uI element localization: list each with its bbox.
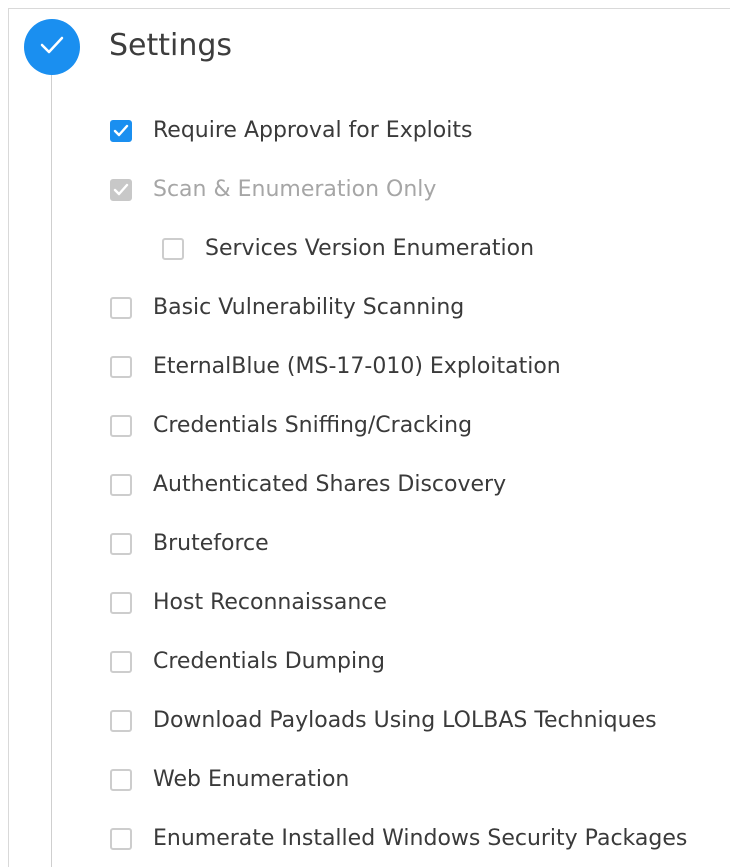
option-require-approval[interactable]: Require Approval for Exploits xyxy=(110,115,472,147)
check-icon xyxy=(113,183,129,196)
option-authenticated-shares-discovery[interactable]: Authenticated Shares Discovery xyxy=(110,469,506,501)
step-connector-line xyxy=(51,46,52,867)
option-label: Scan & Enumeration Only xyxy=(153,177,437,202)
checkbox-unchecked[interactable] xyxy=(110,415,132,437)
option-label: Bruteforce xyxy=(153,531,269,556)
option-credentials-dumping[interactable]: Credentials Dumping xyxy=(110,646,385,678)
check-icon xyxy=(113,124,129,137)
option-label: EternalBlue (MS-17-010) Exploitation xyxy=(153,354,561,379)
option-download-payloads-lolbas[interactable]: Download Payloads Using LOLBAS Technique… xyxy=(110,705,657,737)
option-label: Enumerate Installed Windows Security Pac… xyxy=(153,826,688,851)
option-label: Basic Vulnerability Scanning xyxy=(153,295,465,320)
checkbox-unchecked[interactable] xyxy=(110,356,132,378)
option-credentials-sniffing[interactable]: Credentials Sniffing/Cracking xyxy=(110,410,472,442)
step-complete-indicator xyxy=(24,19,80,75)
option-label: Authenticated Shares Discovery xyxy=(153,472,507,497)
option-web-enumeration[interactable]: Web Enumeration xyxy=(110,764,349,796)
checkbox-unchecked[interactable] xyxy=(110,474,132,496)
checkbox-unchecked[interactable] xyxy=(110,297,132,319)
checkbox-disabled-checked xyxy=(110,179,132,201)
check-icon xyxy=(39,35,65,60)
option-enumerate-security-packages[interactable]: Enumerate Installed Windows Security Pac… xyxy=(110,823,687,855)
checkbox-unchecked[interactable] xyxy=(162,238,184,260)
option-label: Web Enumeration xyxy=(153,767,350,792)
option-bruteforce[interactable]: Bruteforce xyxy=(110,528,269,560)
checkbox-unchecked[interactable] xyxy=(110,533,132,555)
checkbox-checked[interactable] xyxy=(110,120,132,142)
checkbox-unchecked[interactable] xyxy=(110,592,132,614)
option-label: Credentials Dumping xyxy=(153,649,385,674)
option-label: Download Payloads Using LOLBAS Technique… xyxy=(153,708,657,733)
option-basic-vulnerability-scanning[interactable]: Basic Vulnerability Scanning xyxy=(110,292,464,324)
checkbox-unchecked[interactable] xyxy=(110,651,132,673)
option-label: Host Reconnaissance xyxy=(153,590,387,615)
checkbox-unchecked[interactable] xyxy=(110,769,132,791)
checkbox-unchecked[interactable] xyxy=(110,828,132,850)
option-services-version-enumeration[interactable]: Services Version Enumeration xyxy=(162,233,534,265)
option-eternalblue-exploitation[interactable]: EternalBlue (MS-17-010) Exploitation xyxy=(110,351,561,383)
option-label: Credentials Sniffing/Cracking xyxy=(153,413,473,438)
option-host-reconnaissance[interactable]: Host Reconnaissance xyxy=(110,587,387,619)
option-label: Services Version Enumeration xyxy=(205,236,535,261)
option-label: Require Approval for Exploits xyxy=(153,118,473,143)
checkbox-unchecked[interactable] xyxy=(110,710,132,732)
section-title: Settings xyxy=(109,28,233,63)
option-scan-enumeration-only: Scan & Enumeration Only xyxy=(110,174,436,206)
